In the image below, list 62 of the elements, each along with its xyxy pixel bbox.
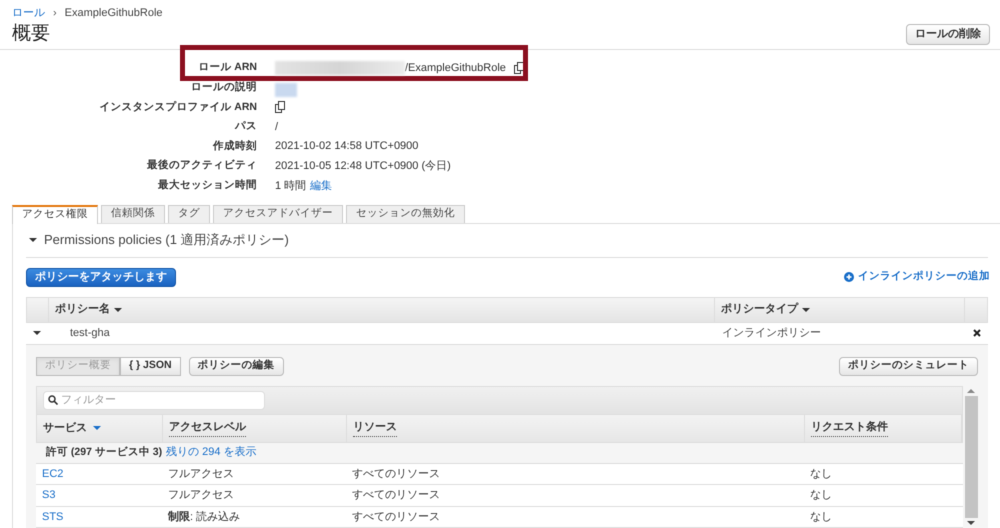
field-label: 作成時刻 [213,138,257,154]
column-header[interactable]: ポリシータイプ [715,298,965,322]
column-header[interactable]: サービス [43,420,87,436]
policy-type: インラインポリシー [721,326,822,341]
add-inline-policy-link[interactable]: インラインポリシーの追加 [844,269,990,286]
show-more-link[interactable]: 残りの 294 を表示 [166,444,257,461]
copy-icon[interactable] [514,62,525,74]
caret-icon [114,306,122,313]
service-link[interactable]: EC2 [36,466,162,482]
copy-icon[interactable] [275,101,286,114]
redacted-text [275,82,297,97]
remove-icon[interactable] [973,329,981,338]
attach-policy-button[interactable]: ポリシーをアタッチします [26,268,176,287]
resource: すべてのリソース [351,466,441,482]
tab[interactable]: アクセス権限 [12,204,98,224]
field-label: パス [235,119,257,134]
group-label: 許可 (297 サービス中 3) [46,444,162,460]
breadcrumb-link[interactable]: ロール [12,5,45,22]
field-value: 2021-10-02 14:58 UTC+0900 [275,139,418,154]
plus-icon [844,272,854,282]
edit-link[interactable]: 編集 [310,178,332,194]
edit-policy-button[interactable]: ポリシーの編集 [188,356,284,376]
policy-name[interactable]: test-gha [48,324,716,342]
breadcrumb-separator: › [53,6,57,21]
field-value: 2021-10-05 12:48 UTC+0900 (今日) [275,159,451,174]
simulate-policy-button[interactable]: ポリシーのシミュレート [839,356,978,376]
field-value: /ExampleGithubRole [405,61,506,76]
tab[interactable]: セッションの無効化 [346,204,465,223]
delete-role-button[interactable]: ロールの削除 [906,24,990,44]
field-label: 最後のアクティビティ [147,158,257,174]
tab[interactable]: アクセスアドバイザー [213,204,343,223]
field-label: ロール ARN [198,60,257,76]
access-level: フルアクセス [167,488,235,504]
column-header[interactable]: ポリシー名 [49,298,715,322]
service-link[interactable]: STS [36,508,162,526]
field-label: ロールの説明 [191,80,257,96]
request-condition: なし [809,510,833,525]
search-icon [48,395,58,406]
field-value: 1 時間 [275,178,306,194]
tab[interactable]: 信頼関係 [101,204,165,223]
resource: すべてのリソース [351,510,441,525]
caret-icon [33,330,41,336]
column-header[interactable]: リソース [353,419,397,437]
breadcrumb-current: ExampleGithubRole [64,6,163,21]
caret-icon [802,306,810,313]
field-label: インスタンスプロファイル ARN [99,100,257,115]
caret-icon [93,425,101,432]
access-level: 制限: 読み込み [166,510,242,525]
service-link[interactable]: S3 [36,487,162,504]
access-level: フルアクセス [167,466,235,482]
column-header[interactable]: アクセスレベル [169,419,246,437]
request-condition: なし [809,466,833,482]
resource: すべてのリソース [351,488,441,504]
page-title: 概要 [12,22,50,46]
field-value: / [275,120,278,135]
field-label: 最大セッション時間 [158,178,257,193]
column-header[interactable]: リクエスト条件 [811,419,888,437]
request-condition: なし [809,488,833,504]
tab[interactable]: タグ [168,204,210,223]
section-title[interactable]: Permissions policies (1 適用済みポリシー) [44,230,289,250]
filter-field[interactable]: フィルター [43,390,265,410]
view-toggle-button[interactable]: { } JSON [120,356,181,376]
